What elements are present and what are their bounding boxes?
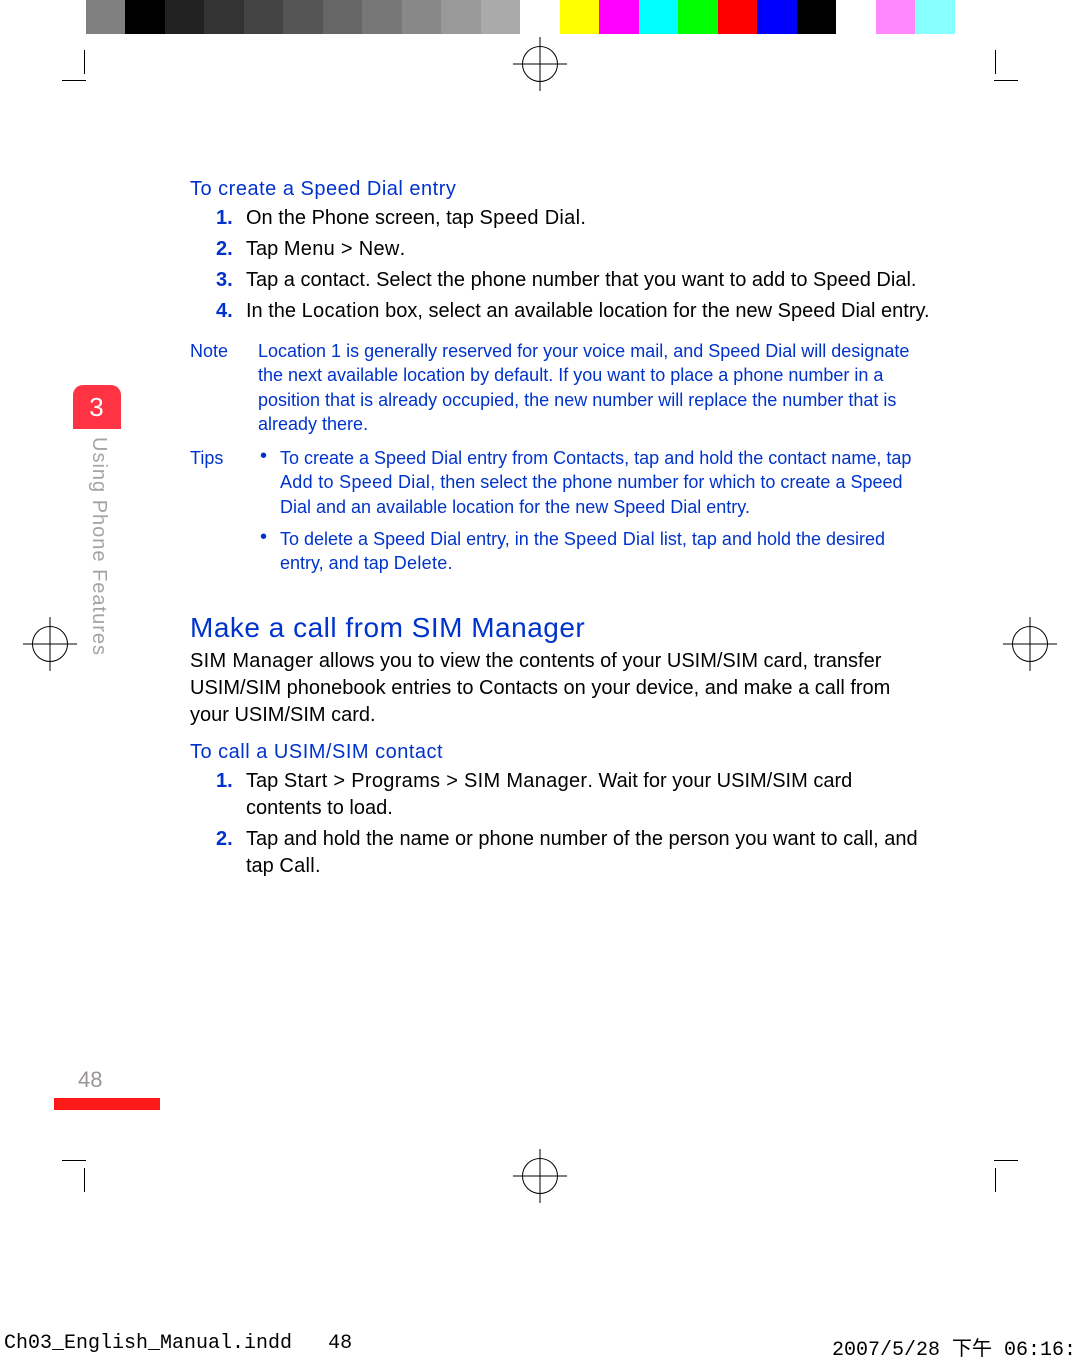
crop-mark-icon [994,1160,1018,1161]
step-text: Tap [246,770,284,792]
tips-body: To create a Speed Dial entry from Contac… [258,446,930,583]
step-text: In the [246,300,302,322]
registration-mark-icon [32,626,68,662]
step-item: Tap Start > Programs > SIM Manager. Wait… [246,768,930,822]
ui-term: Add to Speed Dial [280,472,430,492]
chapter-title-vertical: Using Phone Features [87,437,110,656]
note-body: Location 1 is generally reserved for you… [258,339,930,436]
imposition-timestamp: 2007/5/28 下午 06:16: [832,1332,1076,1362]
imposition-page: 48 [328,1332,352,1355]
ui-term: Speed Dial [564,529,655,549]
page-content: To create a Speed Dial entry On the Phon… [190,178,930,894]
procedure-steps: Tap Start > Programs > SIM Manager. Wait… [190,768,930,880]
step-text: box, select an available location for th… [380,300,930,322]
section-intro: SIM Manager allows you to view the conte… [190,648,930,729]
chapter-tab: 3 Using Phone Features [73,385,133,656]
step-text: . [315,855,321,877]
ui-term: SIM Manager [190,650,313,672]
color-calibration-bar [86,0,994,34]
ui-term: Start > Programs > SIM Manager [284,770,588,792]
crop-mark-icon [84,1168,85,1192]
ui-term: Location [302,300,380,322]
step-text: . [400,238,406,260]
step-text: Tap a contact. Select the phone number t… [246,269,916,291]
tip-text: . [448,553,453,573]
tip-item: To delete a Speed Dial entry, in the Spe… [280,527,930,576]
ui-term: Menu > New [284,238,400,260]
tip-text: To delete a Speed Dial entry, in the [280,529,564,549]
imposition-file: Ch03_English_Manual.indd 48 [4,1332,352,1362]
step-text: . [580,207,586,229]
crop-mark-icon [62,1160,86,1161]
ui-term: Delete [394,553,448,573]
crop-mark-icon [62,80,86,81]
page-number-accent-bar [54,1098,160,1110]
procedure-steps: On the Phone screen, tap Speed Dial. Tap… [190,205,930,325]
note-label: Note [190,339,258,436]
registration-mark-icon [522,1158,558,1194]
step-item: Tap Menu > New. [246,236,930,263]
step-text: Tap and hold the name or phone number of… [246,828,918,877]
ui-term: Call [279,855,315,877]
imposition-filename: Ch03_English_Manual.indd [4,1332,292,1355]
tips-block: Tips To create a Speed Dial entry from C… [190,446,930,583]
registration-mark-icon [522,46,558,82]
step-item: In the Location box, select an available… [246,298,930,325]
step-item: On the Phone screen, tap Speed Dial. [246,205,930,232]
imposition-footer: Ch03_English_Manual.indd 48 2007/5/28 下午… [0,1328,1080,1364]
step-text: On the Phone screen, tap [246,207,480,229]
chapter-number-badge: 3 [73,385,121,429]
crop-mark-icon [994,80,1018,81]
ui-term: Speed Dial [480,207,581,229]
page-number: 48 [78,1067,102,1093]
note-block: Note Location 1 is generally reserved fo… [190,339,930,436]
registration-mark-icon [1012,626,1048,662]
crop-mark-icon [995,50,996,74]
procedure-heading: To call a USIM/SIM contact [190,741,930,764]
step-text: Tap [246,238,284,260]
step-item: Tap a contact. Select the phone number t… [246,267,930,294]
tips-label: Tips [190,446,258,583]
crop-mark-icon [84,50,85,74]
procedure-heading: To create a Speed Dial entry [190,178,930,201]
tip-item: To create a Speed Dial entry from Contac… [280,446,930,519]
step-item: Tap and hold the name or phone number of… [246,826,930,880]
section-heading: Make a call from SIM Manager [190,612,930,644]
tip-text: To create a Speed Dial entry from Contac… [280,448,911,468]
crop-mark-icon [995,1168,996,1192]
